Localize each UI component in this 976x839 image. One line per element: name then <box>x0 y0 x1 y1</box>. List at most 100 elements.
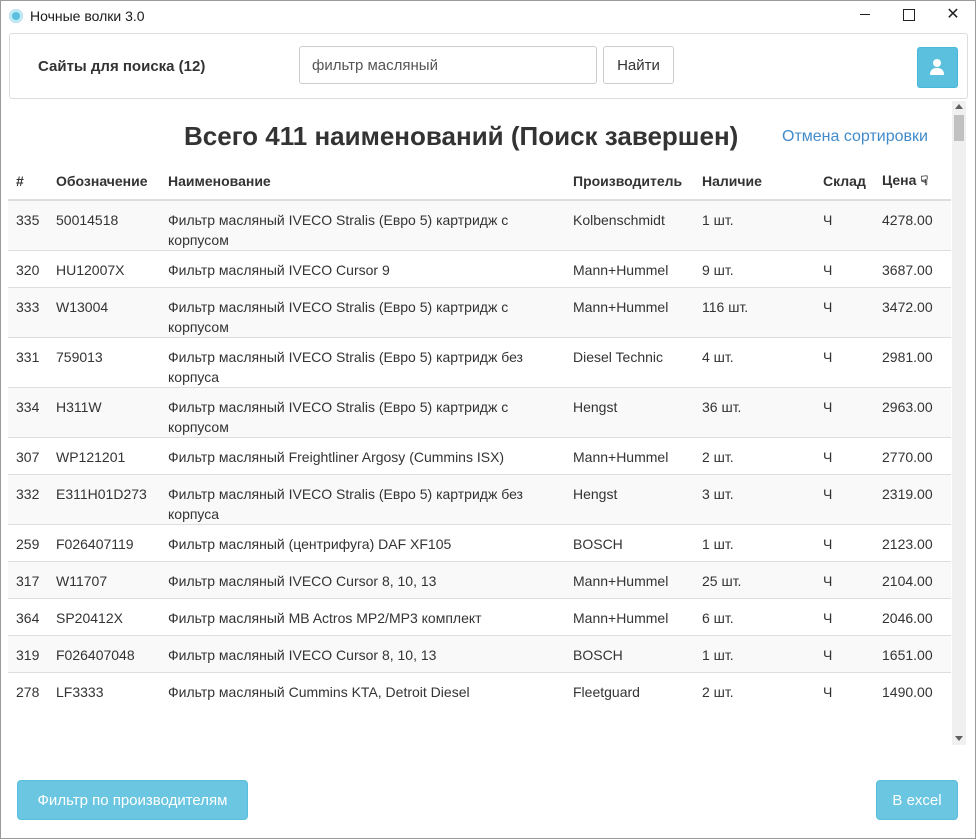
col-header-warehouse[interactable]: Склад <box>815 162 874 201</box>
export-excel-button[interactable]: В excel <box>876 780 958 820</box>
cell-name: Фильтр масляный Cummins KTA, Detroit Die… <box>160 672 565 710</box>
cell-price: 2319.00 <box>874 474 951 525</box>
sites-for-search-label[interactable]: Сайты для поиска (12) <box>38 58 205 75</box>
cell-price: 3687.00 <box>874 250 951 288</box>
cell-stock: 9 шт. <box>694 250 815 288</box>
cell-num: 334 <box>8 387 48 438</box>
cell-warehouse: Ч <box>815 337 874 388</box>
title-bar: Ночные волки 3.0 ✕ <box>1 1 975 31</box>
cell-stock: 2 шт. <box>694 437 815 475</box>
col-header-code[interactable]: Обозначение <box>48 162 160 201</box>
cell-price: 2770.00 <box>874 437 951 475</box>
cell-name: Фильтр масляный IVECO Stralis (Евро 5) к… <box>160 387 565 438</box>
cancel-sort-link[interactable]: Отмена сортировки <box>782 128 928 146</box>
cell-maker: BOSCH <box>565 635 694 673</box>
cell-name: Фильтр масляный IVECO Stralis (Евро 5) к… <box>160 474 565 525</box>
scroll-down-arrow-icon[interactable] <box>955 736 963 741</box>
minimize-icon <box>860 14 870 16</box>
col-header-stock[interactable]: Наличие <box>694 162 815 201</box>
table-row[interactable]: 331 759013 Фильтр масляный IVECO Stralis… <box>8 337 951 388</box>
cell-code: H311W <box>48 387 160 438</box>
table-row[interactable]: 335 50014518 Фильтр масляный IVECO Stral… <box>8 199 951 251</box>
cell-price: 2123.00 <box>874 524 951 562</box>
scroll-thumb[interactable] <box>954 115 964 141</box>
cell-name: Фильтр масляный MB Actros MP2/MP3 компле… <box>160 598 565 636</box>
cell-warehouse: Ч <box>815 598 874 636</box>
table-row[interactable]: 364 SP20412X Фильтр масляный MB Actros M… <box>8 598 951 636</box>
cell-maker: Mann+Hummel <box>565 250 694 288</box>
table-row[interactable]: 307 WP121201 Фильтр масляный Freightline… <box>8 437 951 475</box>
cell-maker: Mann+Hummel <box>565 287 694 338</box>
cell-code: E311H01D273 <box>48 474 160 525</box>
maximize-icon <box>903 8 915 21</box>
cell-warehouse: Ч <box>815 524 874 562</box>
cell-num: 335 <box>8 199 48 251</box>
cell-code: HU12007X <box>48 250 160 288</box>
close-button[interactable]: ✕ <box>931 1 975 31</box>
maximize-button[interactable] <box>887 1 931 31</box>
results-area: Всего 411 наименований (Поиск завершен) … <box>1 101 951 745</box>
cell-stock: 25 шт. <box>694 561 815 599</box>
find-button[interactable]: Найти <box>603 46 674 84</box>
table-row[interactable]: 259 F026407119 Фильтр масляный (центрифу… <box>8 524 951 562</box>
cell-price: 1651.00 <box>874 635 951 673</box>
table-row[interactable]: 278 LF3333 Фильтр масляный Cummins KTA, … <box>8 672 951 710</box>
minimize-button[interactable] <box>843 1 887 31</box>
cell-maker: BOSCH <box>565 524 694 562</box>
window-title: Ночные волки 3.0 <box>30 8 145 24</box>
cell-num: 364 <box>8 598 48 636</box>
cell-code: W11707 <box>48 561 160 599</box>
cell-stock: 2 шт. <box>694 672 815 710</box>
table-row[interactable]: 317 W11707 Фильтр масляный IVECO Cursor … <box>8 561 951 599</box>
cell-maker: Kolbenschmidt <box>565 199 694 251</box>
cell-stock: 6 шт. <box>694 598 815 636</box>
cell-warehouse: Ч <box>815 387 874 438</box>
col-header-price[interactable]: Цена ☟ <box>874 162 951 201</box>
cell-price: 2963.00 <box>874 387 951 438</box>
table-row[interactable]: 332 E311H01D273 Фильтр масляный IVECO St… <box>8 474 951 525</box>
cell-warehouse: Ч <box>815 635 874 673</box>
cell-name: Фильтр масляный IVECO Stralis (Евро 5) к… <box>160 199 565 251</box>
cell-warehouse: Ч <box>815 287 874 338</box>
user-button[interactable] <box>917 47 958 88</box>
table-row[interactable]: 320 HU12007X Фильтр масляный IVECO Curso… <box>8 250 951 288</box>
cell-stock: 116 шт. <box>694 287 815 338</box>
search-input[interactable] <box>299 46 597 84</box>
cell-warehouse: Ч <box>815 437 874 475</box>
cell-name: Фильтр масляный (центрифуга) DAF XF105 <box>160 524 565 562</box>
table-row[interactable]: 319 F026407048 Фильтр масляный IVECO Cur… <box>8 635 951 673</box>
filter-by-maker-button[interactable]: Фильтр по производителям <box>17 780 248 820</box>
col-header-maker[interactable]: Производитель <box>565 162 694 201</box>
table-row[interactable]: 333 W13004 Фильтр масляный IVECO Stralis… <box>8 287 951 338</box>
user-icon <box>933 59 941 67</box>
cell-name: Фильтр масляный IVECO Stralis (Евро 5) к… <box>160 337 565 388</box>
col-header-name[interactable]: Наименование <box>160 162 565 201</box>
cell-price: 1490.00 <box>874 672 951 710</box>
cell-warehouse: Ч <box>815 474 874 525</box>
cell-stock: 4 шт. <box>694 337 815 388</box>
sort-down-icon: ☟ <box>920 173 929 188</box>
col-header-num[interactable]: # <box>8 162 48 201</box>
cell-name: Фильтр масляный IVECO Cursor 8, 10, 13 <box>160 635 565 673</box>
cell-maker: Fleetguard <box>565 672 694 710</box>
results-scrollbar[interactable] <box>952 101 966 745</box>
cell-num: 317 <box>8 561 48 599</box>
cell-maker: Hengst <box>565 387 694 438</box>
close-icon: ✕ <box>946 6 960 23</box>
cell-code: W13004 <box>48 287 160 338</box>
results-heading: Всего 411 наименований (Поиск завершен) <box>184 121 739 151</box>
scroll-up-arrow-icon[interactable] <box>955 104 963 109</box>
table-row[interactable]: 334 H311W Фильтр масляный IVECO Stralis … <box>8 387 951 438</box>
cell-name: Фильтр масляный Freightliner Argosy (Cum… <box>160 437 565 475</box>
cell-maker: Hengst <box>565 474 694 525</box>
cell-price: 2104.00 <box>874 561 951 599</box>
cell-maker: Diesel Technic <box>565 337 694 388</box>
cell-name: Фильтр масляный IVECO Cursor 8, 10, 13 <box>160 561 565 599</box>
cell-num: 307 <box>8 437 48 475</box>
cell-num: 333 <box>8 287 48 338</box>
cell-code: 50014518 <box>48 199 160 251</box>
app-logo-icon <box>9 9 23 23</box>
cell-num: 259 <box>8 524 48 562</box>
cell-price: 3472.00 <box>874 287 951 338</box>
cell-code: SP20412X <box>48 598 160 636</box>
